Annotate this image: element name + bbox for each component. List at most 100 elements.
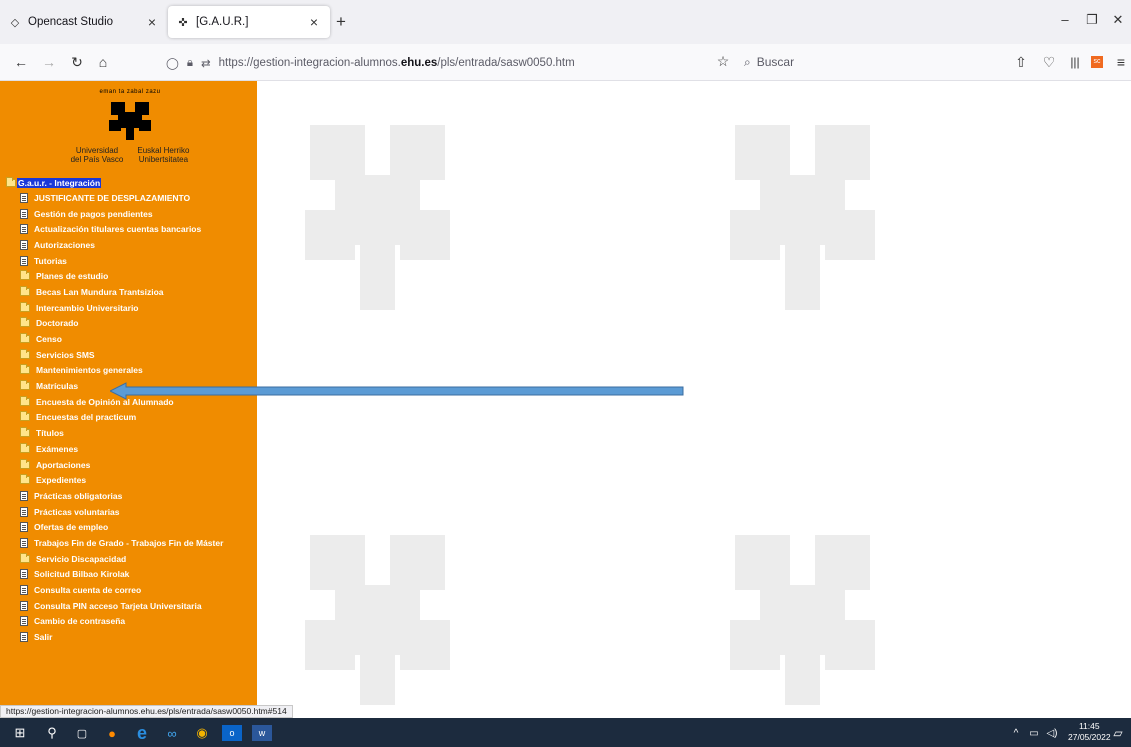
chrome-icon[interactable]: ◉ [192, 723, 212, 743]
watermark-logo [730, 535, 875, 705]
document-icon [20, 208, 28, 219]
document-icon [20, 600, 28, 611]
menu-item-label: Trabajos Fin de Grado - Trabajos Fin de … [34, 537, 224, 548]
search-icon[interactable]: ⚲ [42, 723, 62, 743]
edge-icon[interactable]: e [132, 723, 152, 743]
menu-item[interactable]: Servicios SMS [6, 347, 256, 363]
close-tab-icon[interactable]: × [306, 14, 322, 30]
logo-caption-spanish: Universidad del País Vasco [70, 146, 124, 164]
menu-item[interactable]: Intercambio Universitario [6, 300, 256, 316]
menu-item[interactable]: JUSTIFICANTE DE DESPLAZAMIENTO [6, 190, 256, 206]
opencast-icon: ◇ [10, 16, 20, 29]
extension-icon[interactable]: sc [1091, 56, 1103, 68]
menu-item[interactable]: Prácticas obligatorias [6, 488, 256, 504]
menu-item[interactable]: Salir [6, 629, 256, 645]
menu-item[interactable]: Gestión de pagos pendientes [6, 206, 256, 222]
volume-icon[interactable]: ◁) [1042, 723, 1062, 743]
menu-item[interactable]: Trabajos Fin de Grado - Trabajos Fin de … [6, 535, 256, 551]
menu-item[interactable]: Tutorias [6, 253, 256, 269]
library-icon[interactable]: ||| [1066, 54, 1084, 70]
menu-item[interactable]: Expedientes [6, 472, 256, 488]
document-icon [20, 224, 28, 235]
bookmark-star-icon[interactable]: ☆ [714, 53, 732, 69]
network-icon[interactable]: ▭ [1024, 723, 1044, 743]
lock-icon[interactable]: 🔒︎ [187, 57, 193, 70]
menu-item-label: Prácticas voluntarias [34, 506, 120, 517]
menu-item[interactable]: Consulta PIN acceso Tarjeta Universitari… [6, 598, 256, 614]
folder-icon [20, 427, 30, 438]
taskbar: ⊞ ⚲ ▢ ● e ∞ ◉ o w ^ ▭ ◁) 11:45 27/05/202… [0, 718, 1131, 747]
permissions-icon[interactable]: ⇄ [201, 56, 211, 70]
menu-item[interactable]: Exámenes [6, 441, 256, 457]
document-icon [20, 522, 28, 533]
menu-item-label: Exámenes [36, 443, 79, 454]
menu-item-label: Encuestas del practicum [36, 412, 137, 423]
address-bar[interactable]: ◯ 🔒︎ ⇄ https://gestion-integracion-alumn… [166, 51, 706, 75]
menu-item-label: Solicitud Bilbao Kirolak [34, 569, 130, 580]
menu-item-label: Salir [34, 632, 53, 643]
close-window-icon[interactable]: ✕ [1108, 12, 1128, 28]
document-icon [20, 239, 28, 250]
menu-item[interactable]: Actualización titulares cuentas bancario… [6, 221, 256, 237]
pocket-icon[interactable]: ♡ [1040, 54, 1058, 70]
notifications-icon[interactable]: ▱ [1108, 723, 1128, 743]
minimize-icon[interactable]: – [1055, 12, 1075, 27]
clock[interactable]: 11:45 27/05/2022 [1068, 721, 1111, 743]
menu-item-label: JUSTIFICANTE DE DESPLAZAMIENTO [34, 192, 191, 203]
close-tab-icon[interactable]: × [144, 14, 160, 30]
restore-icon[interactable]: ❐ [1082, 12, 1102, 28]
menu-item[interactable]: Prácticas voluntarias [6, 504, 256, 520]
tray-overflow-icon[interactable]: ^ [1006, 723, 1026, 743]
forward-icon[interactable]: → [40, 54, 58, 70]
menu-item[interactable]: Servicio Discapacidad [6, 551, 256, 567]
folder-icon [20, 348, 30, 359]
folder-icon [20, 364, 30, 375]
menu-item[interactable]: Autorizaciones [6, 237, 256, 253]
document-icon [20, 616, 28, 627]
url-text: https://gestion-integracion-alumnos.ehu.… [218, 57, 575, 69]
firefox-icon[interactable]: ● [102, 723, 122, 743]
folder-open-icon [6, 177, 16, 187]
reload-icon[interactable]: ↻ [68, 54, 86, 70]
menu-item[interactable]: Censo [6, 331, 256, 347]
menu-item[interactable]: Aportaciones [6, 457, 256, 473]
word-icon[interactable]: w [252, 725, 272, 741]
outlook-icon[interactable]: o [222, 725, 242, 741]
menu-item-label: Ofertas de empleo [34, 522, 109, 533]
webex-icon[interactable]: ∞ [162, 723, 182, 743]
tab-label: Opencast Studio [28, 16, 114, 28]
clock-date: 27/05/2022 [1068, 732, 1111, 742]
menu-item-label: Servicios SMS [36, 349, 95, 360]
menu-root[interactable]: G.a.u.r. - Integración [6, 176, 256, 190]
status-url: https://gestion-integracion-alumnos.ehu.… [0, 705, 293, 718]
menu-item[interactable]: Títulos [6, 425, 256, 441]
menu-item[interactable]: Cambio de contraseña [6, 614, 256, 630]
document-icon [20, 537, 28, 548]
tab-gaur[interactable]: ✜ [G.A.U.R.] × [168, 6, 330, 38]
menu-item[interactable]: Ofertas de empleo [6, 519, 256, 535]
menu-item-label: Servicio Discapacidad [36, 553, 127, 564]
menu-item[interactable]: Consulta cuenta de correo [6, 582, 256, 598]
menu-item[interactable]: Encuestas del practicum [6, 410, 256, 426]
new-tab-icon[interactable]: + [336, 12, 346, 32]
save-to-pocket-icon[interactable]: ⇧ [1012, 54, 1030, 70]
document-icon [20, 585, 28, 596]
menu-item[interactable]: Doctorado [6, 316, 256, 332]
menu-item[interactable]: Planes de estudio [6, 268, 256, 284]
menu-item[interactable]: Becas Lan Mundura Trantsizioa [6, 284, 256, 300]
shield-icon[interactable]: ◯ [166, 56, 179, 70]
folder-icon [20, 380, 30, 391]
menu-item[interactable]: Mantenimientos generales [6, 363, 256, 379]
menu-item[interactable]: Solicitud Bilbao Kirolak [6, 567, 256, 583]
home-icon[interactable]: ⌂ [94, 54, 112, 70]
menu-item-label: Consulta PIN acceso Tarjeta Universitari… [34, 600, 202, 611]
logo-caption-basque: Euskal Herriko Unibertsitatea [137, 146, 190, 164]
back-icon[interactable]: ← [12, 54, 30, 70]
windows-start-icon[interactable]: ⊞ [10, 723, 30, 743]
search-input[interactable]: ⌕ Buscar [740, 49, 1002, 75]
ehu-favicon: ✜ [178, 16, 188, 29]
task-view-icon[interactable]: ▢ [72, 723, 92, 743]
menu-icon[interactable]: ≡ [1112, 54, 1130, 70]
tab-opencast-studio[interactable]: ◇ Opencast Studio × [0, 6, 168, 38]
menu-item-label: Gestión de pagos pendientes [34, 208, 153, 219]
